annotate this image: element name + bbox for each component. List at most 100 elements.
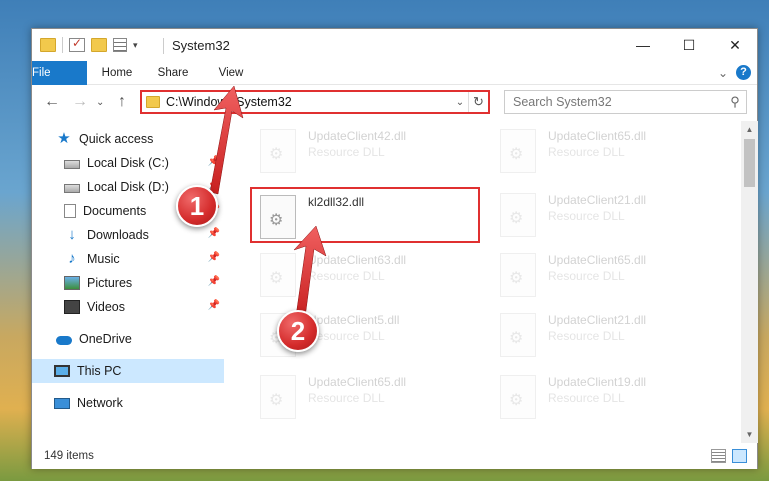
scroll-up-icon[interactable]: ▲ <box>741 121 758 138</box>
sidebar-item-music[interactable]: ♪ Music 📌 <box>32 247 224 271</box>
file-name: UpdateClient65.dll <box>548 129 647 143</box>
dll-file-icon: ⚙ <box>500 375 536 419</box>
gear-icon: ⚙ <box>269 392 284 409</box>
disk-icon <box>64 160 80 169</box>
help-icon[interactable]: ? <box>736 65 751 80</box>
title-bar: ▾ System32 — ☐ ✕ <box>32 29 757 61</box>
quick-access-toolbar: ▾ <box>40 36 138 53</box>
refresh-button[interactable]: ↻ <box>468 92 488 112</box>
file-type: Resource DLL <box>548 145 625 159</box>
scroll-down-icon[interactable]: ▼ <box>741 426 758 443</box>
folder-icon <box>40 38 56 52</box>
tab-home[interactable]: Home <box>94 61 140 85</box>
list-item[interactable]: ⚙ UpdateClient21.dll Resource DLL <box>492 307 722 363</box>
file-name: UpdateClient19.dll <box>548 375 647 389</box>
sidebar-item-this-pc[interactable]: This PC <box>32 359 224 383</box>
scroll-thumb[interactable] <box>744 139 755 187</box>
pin-icon[interactable]: 📌 <box>208 276 220 287</box>
up-button[interactable]: ↑ <box>118 93 126 111</box>
vertical-scrollbar[interactable]: ▲ ▼ <box>741 121 758 443</box>
file-name: UpdateClient65.dll <box>308 375 407 389</box>
explorer-window: ▾ System32 — ☐ ✕ File Home Share View ⌄ … <box>31 28 758 469</box>
sidebar-item-network[interactable]: Network <box>32 391 224 415</box>
gear-icon: ⚙ <box>509 270 524 287</box>
music-icon: ♪ <box>68 250 76 267</box>
file-list: ⚙ UpdateClient42.dll Resource DLL ⚙ Updat… <box>244 121 741 443</box>
sidebar-item-quick-access[interactable]: ★ Quick access <box>32 127 224 151</box>
file-name: UpdateClient5.dll <box>308 313 400 327</box>
pictures-icon <box>64 276 80 290</box>
details-view-icon[interactable] <box>711 449 726 463</box>
gear-icon: ⚙ <box>509 210 524 227</box>
search-box[interactable]: Search System32 ⚲ <box>504 90 747 114</box>
disk-icon <box>64 184 80 193</box>
videos-icon <box>64 300 80 314</box>
file-name: UpdateClient63.dll <box>308 253 407 267</box>
tiles-view-icon[interactable] <box>732 449 747 463</box>
maximize-button[interactable]: ☐ <box>666 29 712 61</box>
sidebar-item-label: This PC <box>77 364 122 378</box>
search-input[interactable]: Search System32 <box>513 95 724 109</box>
minimize-button[interactable]: — <box>620 29 666 61</box>
new-folder-icon[interactable] <box>91 38 107 52</box>
dll-file-icon: ⚙ <box>500 129 536 173</box>
pin-icon[interactable]: 📌 <box>208 228 220 239</box>
address-bar[interactable]: C:\Windows\System32 ⌄ ↻ <box>140 90 490 114</box>
view-options-icon[interactable] <box>113 38 127 52</box>
customize-toolbar-chevron-icon[interactable]: ▾ <box>133 40 138 51</box>
sidebar-item-label: Videos <box>87 300 125 314</box>
tab-view[interactable]: View <box>208 61 254 85</box>
ribbon-right-controls: ⌄ ? <box>718 65 751 80</box>
dll-file-icon: ⚙ <box>260 375 296 419</box>
close-button[interactable]: ✕ <box>712 29 758 61</box>
sidebar-item-pictures[interactable]: Pictures 📌 <box>32 271 224 295</box>
expand-ribbon-chevron-icon[interactable]: ⌄ <box>718 66 728 80</box>
list-item-kl2dll32[interactable]: ⚙ kl2dll32.dll <box>250 187 480 243</box>
file-name: UpdateClient21.dll <box>548 193 647 207</box>
file-type: Resource DLL <box>308 145 385 159</box>
sidebar-item-videos[interactable]: Videos 📌 <box>32 295 224 319</box>
address-path[interactable]: C:\Windows\System32 <box>166 95 452 109</box>
forward-button[interactable]: → <box>72 93 88 111</box>
dll-file-icon: ⚙ <box>500 313 536 357</box>
sidebar-item-local-disk-c[interactable]: Local Disk (C:) 📌 <box>32 151 224 175</box>
ribbon-tabs: File Home Share View ⌄ ? <box>32 61 757 117</box>
view-toggle <box>711 449 747 463</box>
list-item[interactable]: ⚙ UpdateClient65.dll Resource DLL <box>252 369 482 425</box>
dll-file-icon: ⚙ <box>260 129 296 173</box>
recent-locations-chevron-icon[interactable]: ⌄ <box>96 97 104 108</box>
network-icon <box>54 397 70 409</box>
documents-icon <box>64 204 76 218</box>
file-type: Resource DLL <box>548 209 625 223</box>
file-name: UpdateClient65.dll <box>548 253 647 267</box>
tab-share[interactable]: Share <box>150 61 196 85</box>
list-item[interactable]: ⚙ UpdateClient65.dll Resource DLL <box>492 123 722 179</box>
pin-icon[interactable]: 📌 <box>208 252 220 263</box>
pin-icon[interactable]: 📌 <box>208 300 220 311</box>
pin-icon[interactable]: 📌 <box>208 156 220 167</box>
sidebar-item-onedrive[interactable]: OneDrive <box>32 327 224 351</box>
sidebar-item-label: Downloads <box>87 228 149 242</box>
address-dropdown-chevron-icon[interactable]: ⌄ <box>452 97 468 108</box>
file-type: Resource DLL <box>308 329 385 343</box>
list-item[interactable]: ⚙ UpdateClient19.dll Resource DLL <box>492 369 722 425</box>
step-callout-2: 2 <box>277 310 319 352</box>
list-item[interactable]: ⚙ UpdateClient21.dll Resource DLL <box>492 187 722 243</box>
back-button[interactable]: ← <box>44 93 60 111</box>
list-item[interactable]: ⚙ UpdateClient63.dll Resource DLL <box>252 247 482 303</box>
dll-file-icon: ⚙ <box>500 253 536 297</box>
navigation-pane: ★ Quick access Local Disk (C:) 📌 Local D… <box>32 121 226 443</box>
window-title: System32 <box>172 38 230 53</box>
star-icon: ★ <box>57 130 71 147</box>
dll-file-icon: ⚙ <box>260 195 296 239</box>
list-item[interactable]: ⚙ UpdateClient42.dll Resource DLL <box>252 123 482 179</box>
file-type: Resource DLL <box>548 269 625 283</box>
sidebar-item-label: Quick access <box>79 132 154 146</box>
gear-icon: ⚙ <box>509 330 524 347</box>
sidebar-item-label: Pictures <box>87 276 133 290</box>
search-icon[interactable]: ⚲ <box>724 94 746 110</box>
properties-check-icon[interactable] <box>69 36 85 52</box>
file-name: UpdateClient21.dll <box>548 313 647 327</box>
list-item[interactable]: ⚙ UpdateClient65.dll Resource DLL <box>492 247 722 303</box>
sidebar-item-label: Local Disk (D:) <box>87 180 169 194</box>
